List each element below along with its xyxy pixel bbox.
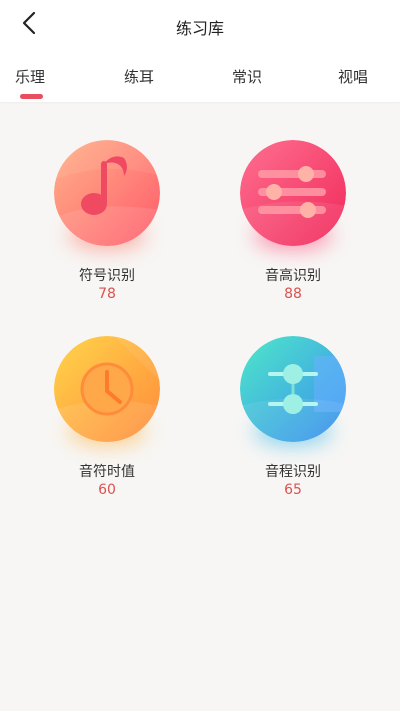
clock-icon — [54, 336, 160, 442]
category-label: 音符时值 — [79, 464, 135, 480]
category-card-symbol-recognition[interactable]: 符号识别 78 — [32, 140, 182, 310]
interval-icon — [240, 336, 346, 442]
tab-general-knowledge[interactable]: 常识 — [232, 66, 262, 87]
category-count: 88 — [284, 286, 302, 302]
category-label: 符号识别 — [79, 268, 135, 284]
tab-ear-training[interactable]: 练耳 — [124, 66, 154, 87]
active-tab-indicator — [20, 94, 43, 99]
page-title: 练习库 — [175, 19, 224, 38]
sliders-icon — [240, 140, 346, 246]
music-note-icon — [54, 140, 160, 246]
category-card-pitch-recognition[interactable]: 音高识别 88 — [218, 140, 368, 310]
category-card-note-duration[interactable]: 音符时值 60 — [32, 336, 182, 506]
practice-library-screen: 练习库 乐理 练耳 常识 视唱 符号识别 78 音高识别 88 音符时值 60 … — [0, 0, 400, 711]
category-count: 65 — [284, 482, 302, 498]
tab-bar: 乐理 练耳 常识 视唱 — [0, 50, 400, 102]
tab-sight-singing[interactable]: 视唱 — [338, 66, 368, 87]
category-card-interval-recognition[interactable]: 音程识别 65 — [218, 336, 368, 506]
tab-music-theory[interactable]: 乐理 — [15, 66, 45, 87]
category-label: 音程识别 — [265, 464, 321, 480]
category-label: 音高识别 — [265, 268, 321, 284]
category-count: 60 — [98, 482, 116, 498]
category-count: 78 — [98, 286, 116, 302]
header-bar: 练习库 — [0, 0, 400, 50]
